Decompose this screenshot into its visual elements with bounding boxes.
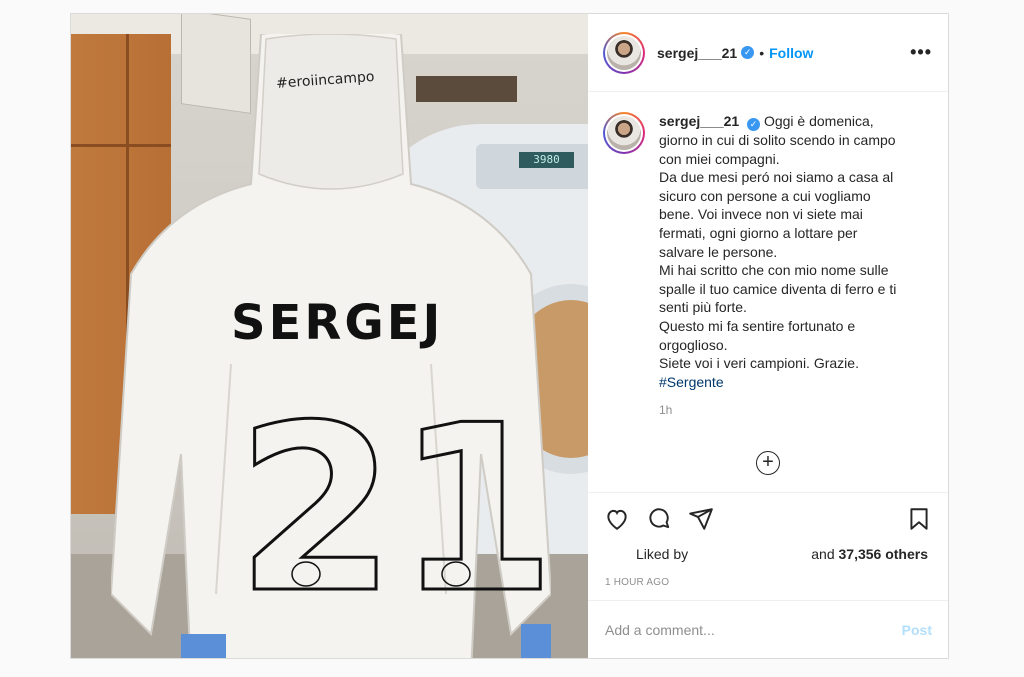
- post-actions: Liked by and 37,356 others 1 HOUR AGO: [588, 492, 948, 600]
- suit-name-text: SERGEJ: [231, 295, 443, 351]
- post-header: sergej___21 ✓ • Follow •••: [588, 14, 948, 92]
- caption: sergej___21 ✓ Oggi è domenica, giorno in…: [603, 112, 932, 391]
- comments-section: sergej___21 ✓ Oggi è domenica, giorno in…: [588, 92, 948, 492]
- heart-icon[interactable]: [604, 506, 630, 532]
- hashtag-link[interactable]: #Sergente: [659, 374, 724, 390]
- caption-body: Oggi è domenica, giorno in cui di solito…: [659, 113, 897, 372]
- share-icon[interactable]: [688, 506, 714, 532]
- comment-input[interactable]: [605, 621, 902, 638]
- separator-dot: •: [759, 44, 765, 61]
- add-comment-bar: Post: [588, 600, 948, 658]
- posted-time[interactable]: 1 HOUR AGO: [605, 577, 669, 588]
- caption-verified-badge-icon: ✓: [747, 118, 761, 131]
- comment-icon[interactable]: [646, 506, 672, 532]
- instagram-post: 3980 #eroiincampo SERGEJ 21 sergej___21 …: [70, 13, 949, 659]
- username-link[interactable]: sergej___21: [657, 45, 737, 61]
- caption-username-link[interactable]: sergej___21: [659, 113, 739, 129]
- likes-count[interactable]: and 37,356 others: [811, 546, 928, 562]
- caption-timestamp[interactable]: 1h: [659, 403, 932, 417]
- post-image[interactable]: 3980 #eroiincampo SERGEJ 21: [71, 14, 588, 658]
- post-comment-button[interactable]: Post: [902, 622, 932, 638]
- avatar[interactable]: [603, 31, 645, 74]
- and-label: and: [811, 546, 835, 562]
- follow-button[interactable]: Follow: [769, 45, 813, 61]
- bookmark-icon[interactable]: [906, 506, 932, 532]
- load-more-comments-icon[interactable]: +: [756, 451, 780, 475]
- caption-avatar[interactable]: [603, 112, 645, 154]
- others-count-link[interactable]: 37,356 others: [839, 546, 929, 562]
- liked-by-label: Liked by: [636, 546, 689, 562]
- post-sidebar: sergej___21 ✓ • Follow ••• sergej___21 ✓…: [588, 14, 948, 658]
- more-options-icon[interactable]: •••: [910, 42, 932, 63]
- caption-text-block: sergej___21 ✓ Oggi è domenica, giorno in…: [659, 112, 899, 391]
- protective-suit: #eroiincampo SERGEJ 21: [109, 28, 558, 658]
- suit-number-text: 21: [236, 377, 551, 644]
- verified-badge-icon: ✓: [741, 46, 755, 59]
